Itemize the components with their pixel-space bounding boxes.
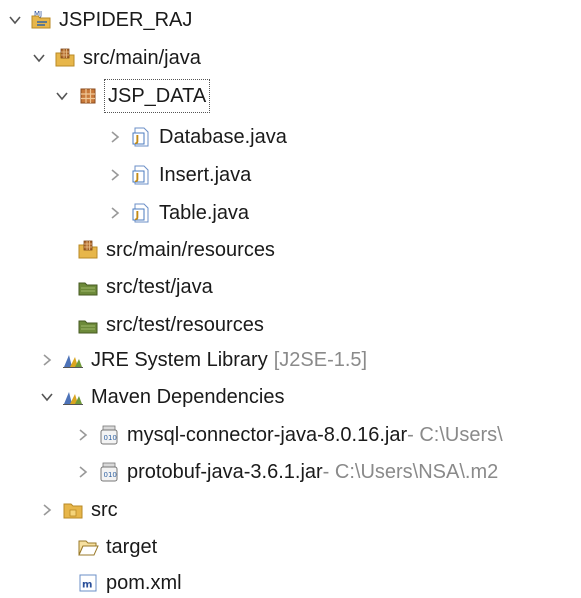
library-icon	[62, 349, 84, 371]
tree-item-insert-java[interactable]: J Insert.java	[106, 160, 251, 190]
chevron-right-icon[interactable]	[38, 351, 56, 369]
svg-text:010: 010	[104, 434, 117, 442]
tree-item-src-test-resources[interactable]: src/test/resources	[53, 310, 264, 340]
test-source-folder-icon	[77, 314, 99, 336]
chevron-down-icon[interactable]	[6, 11, 24, 29]
project-explorer-tree: M J JSPIDER_RAJ src/main/java JSP_DATA J…	[0, 0, 581, 597]
folder-open-icon	[77, 536, 99, 558]
maven-project-icon: M J	[30, 9, 52, 31]
tree-item-jre-system-library[interactable]: JRE System Library [J2SE-1.5]	[38, 345, 367, 375]
jar-icon: 010	[98, 424, 120, 446]
chevron-right-icon[interactable]	[106, 166, 124, 184]
chevron-right-icon[interactable]	[106, 204, 124, 222]
jar-label: mysql-connector-java-8.0.16.jar	[127, 424, 408, 446]
tree-item-project[interactable]: M J JSPIDER_RAJ	[6, 5, 192, 35]
jar-icon: 010	[98, 461, 120, 483]
jar-path-decoration: - C:\Users\NSA\.m2	[322, 461, 499, 483]
tree-item-protobuf-jar[interactable]: 010 protobuf-java-3.6.1.jar - C:\Users\N…	[74, 457, 498, 487]
maven-pom-icon: m	[77, 572, 99, 594]
tree-item-package-jsp-data[interactable]: JSP_DATA	[53, 79, 211, 113]
java-file-icon: J	[130, 164, 152, 186]
src-test-java-label: src/test/java	[106, 276, 213, 298]
tree-item-database-java[interactable]: J Database.java	[106, 122, 287, 152]
target-label: target	[106, 536, 158, 558]
svg-text:J: J	[135, 172, 140, 183]
src-label: src	[91, 499, 118, 521]
file-label: Table.java	[159, 202, 250, 224]
svg-text:J: J	[39, 10, 42, 18]
tree-item-src-main-java[interactable]: src/main/java	[30, 43, 201, 73]
tree-item-target[interactable]: target	[53, 532, 157, 562]
src-main-resources-label: src/main/resources	[106, 239, 275, 261]
tree-item-src-test-java[interactable]: src/test/java	[53, 272, 213, 302]
file-label: Database.java	[159, 126, 287, 148]
library-icon	[62, 386, 84, 408]
svg-text:J: J	[135, 210, 140, 221]
package-icon	[77, 85, 99, 107]
jre-version-decoration: [J2SE-1.5]	[273, 349, 368, 371]
svg-text:010: 010	[104, 471, 117, 479]
source-folder-icon	[54, 47, 76, 69]
folder-icon	[62, 499, 84, 521]
src-main-java-label: src/main/java	[83, 47, 201, 69]
svg-text:m: m	[82, 580, 92, 591]
chevron-down-icon[interactable]	[38, 388, 56, 406]
tree-item-mysql-connector-jar[interactable]: 010 mysql-connector-java-8.0.16.jar - C:…	[74, 420, 503, 450]
chevron-down-icon[interactable]	[30, 49, 48, 67]
project-label: JSPIDER_RAJ	[59, 9, 193, 31]
java-file-icon: J	[130, 126, 152, 148]
test-source-folder-icon	[77, 276, 99, 298]
tree-item-pom-xml[interactable]: m pom.xml	[53, 568, 182, 598]
chevron-right-icon[interactable]	[74, 426, 92, 444]
src-test-resources-label: src/test/resources	[106, 314, 264, 336]
package-label: JSP_DATA	[103, 79, 211, 113]
java-file-icon: J	[130, 202, 152, 224]
jre-label: JRE System Library	[91, 349, 268, 371]
source-folder-icon	[77, 239, 99, 261]
svg-text:J: J	[135, 134, 140, 145]
maven-dependencies-label: Maven Dependencies	[91, 386, 285, 408]
jar-path-decoration: - C:\Users\	[407, 424, 503, 446]
pom-label: pom.xml	[106, 572, 182, 594]
tree-item-src[interactable]: src	[38, 495, 118, 525]
tree-item-src-main-resources[interactable]: src/main/resources	[53, 235, 275, 265]
chevron-down-icon[interactable]	[53, 87, 71, 105]
tree-item-maven-dependencies[interactable]: Maven Dependencies	[38, 382, 284, 412]
tree-item-table-java[interactable]: J Table.java	[106, 198, 249, 228]
chevron-right-icon[interactable]	[106, 128, 124, 146]
chevron-right-icon[interactable]	[74, 463, 92, 481]
chevron-right-icon[interactable]	[38, 501, 56, 519]
jar-label: protobuf-java-3.6.1.jar	[127, 461, 323, 483]
file-label: Insert.java	[159, 164, 252, 186]
